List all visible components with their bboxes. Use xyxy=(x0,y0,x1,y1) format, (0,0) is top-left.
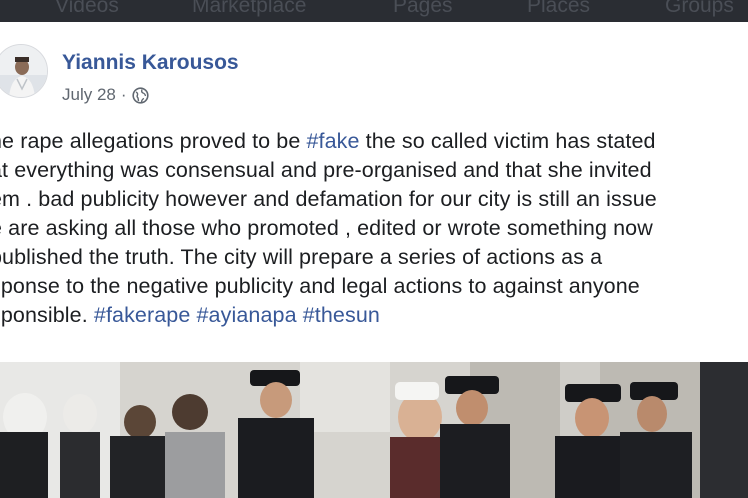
post-text-line: published the truth. The city will prepa… xyxy=(0,243,748,272)
nav-tab-marketplace[interactable]: Marketplace xyxy=(192,0,306,18)
post-photo[interactable] xyxy=(0,362,748,498)
post-text-line: at everything was consensual and pre-org… xyxy=(0,156,748,185)
post-text-line: sponsible. #fakerape #ayianapa #thesun xyxy=(0,301,748,330)
avatar-image xyxy=(0,45,47,97)
meta-separator: · xyxy=(120,85,127,104)
post-text-segment: at everything was consensual and pre-org… xyxy=(0,158,652,182)
hashtag-link[interactable]: #ayianapa xyxy=(197,303,297,327)
post-text-line: e are asking all those who promoted , ed… xyxy=(0,214,748,243)
globe-icon[interactable] xyxy=(131,86,149,104)
post-text-segment: published the truth. The city will prepa… xyxy=(0,245,603,269)
post-meta: July 28 · xyxy=(62,85,149,105)
post-text-segment: em . bad publicity however and defamatio… xyxy=(0,187,657,211)
news-photo-image xyxy=(0,362,748,498)
hashtag-link[interactable]: #fakerape xyxy=(94,303,191,327)
post-text-segment: sponsible. xyxy=(0,303,94,327)
hashtag-link[interactable]: #thesun xyxy=(303,303,380,327)
nav-tab-videos[interactable]: Videos xyxy=(55,0,119,18)
post-text-segment: e are asking all those who promoted , ed… xyxy=(0,216,653,240)
post-text-segment: he rape allegations proved to be xyxy=(0,129,307,153)
post-text-line: he rape allegations proved to be #fake t… xyxy=(0,127,748,156)
nav-tab-pages[interactable]: Pages xyxy=(393,0,453,18)
post-text-line: em . bad publicity however and defamatio… xyxy=(0,185,748,214)
nav-tab-groups[interactable]: Groups xyxy=(665,0,734,18)
nav-tab-places[interactable]: Places xyxy=(527,0,590,18)
post-author-name[interactable]: Yiannis Karousos xyxy=(62,51,239,75)
author-avatar[interactable] xyxy=(0,44,48,98)
post-text-segment: sponse to the negative publicity and leg… xyxy=(0,274,640,298)
post-date[interactable]: July 28 xyxy=(62,85,116,105)
hashtag-link[interactable]: #fake xyxy=(306,129,359,153)
post-body-text: he rape allegations proved to be #fake t… xyxy=(0,127,748,330)
top-navigation-bar: Videos Marketplace Pages Places Groups xyxy=(0,0,748,22)
post-text-segment: the so called victim has stated xyxy=(359,129,656,153)
post-text-line: sponse to the negative publicity and leg… xyxy=(0,272,748,301)
